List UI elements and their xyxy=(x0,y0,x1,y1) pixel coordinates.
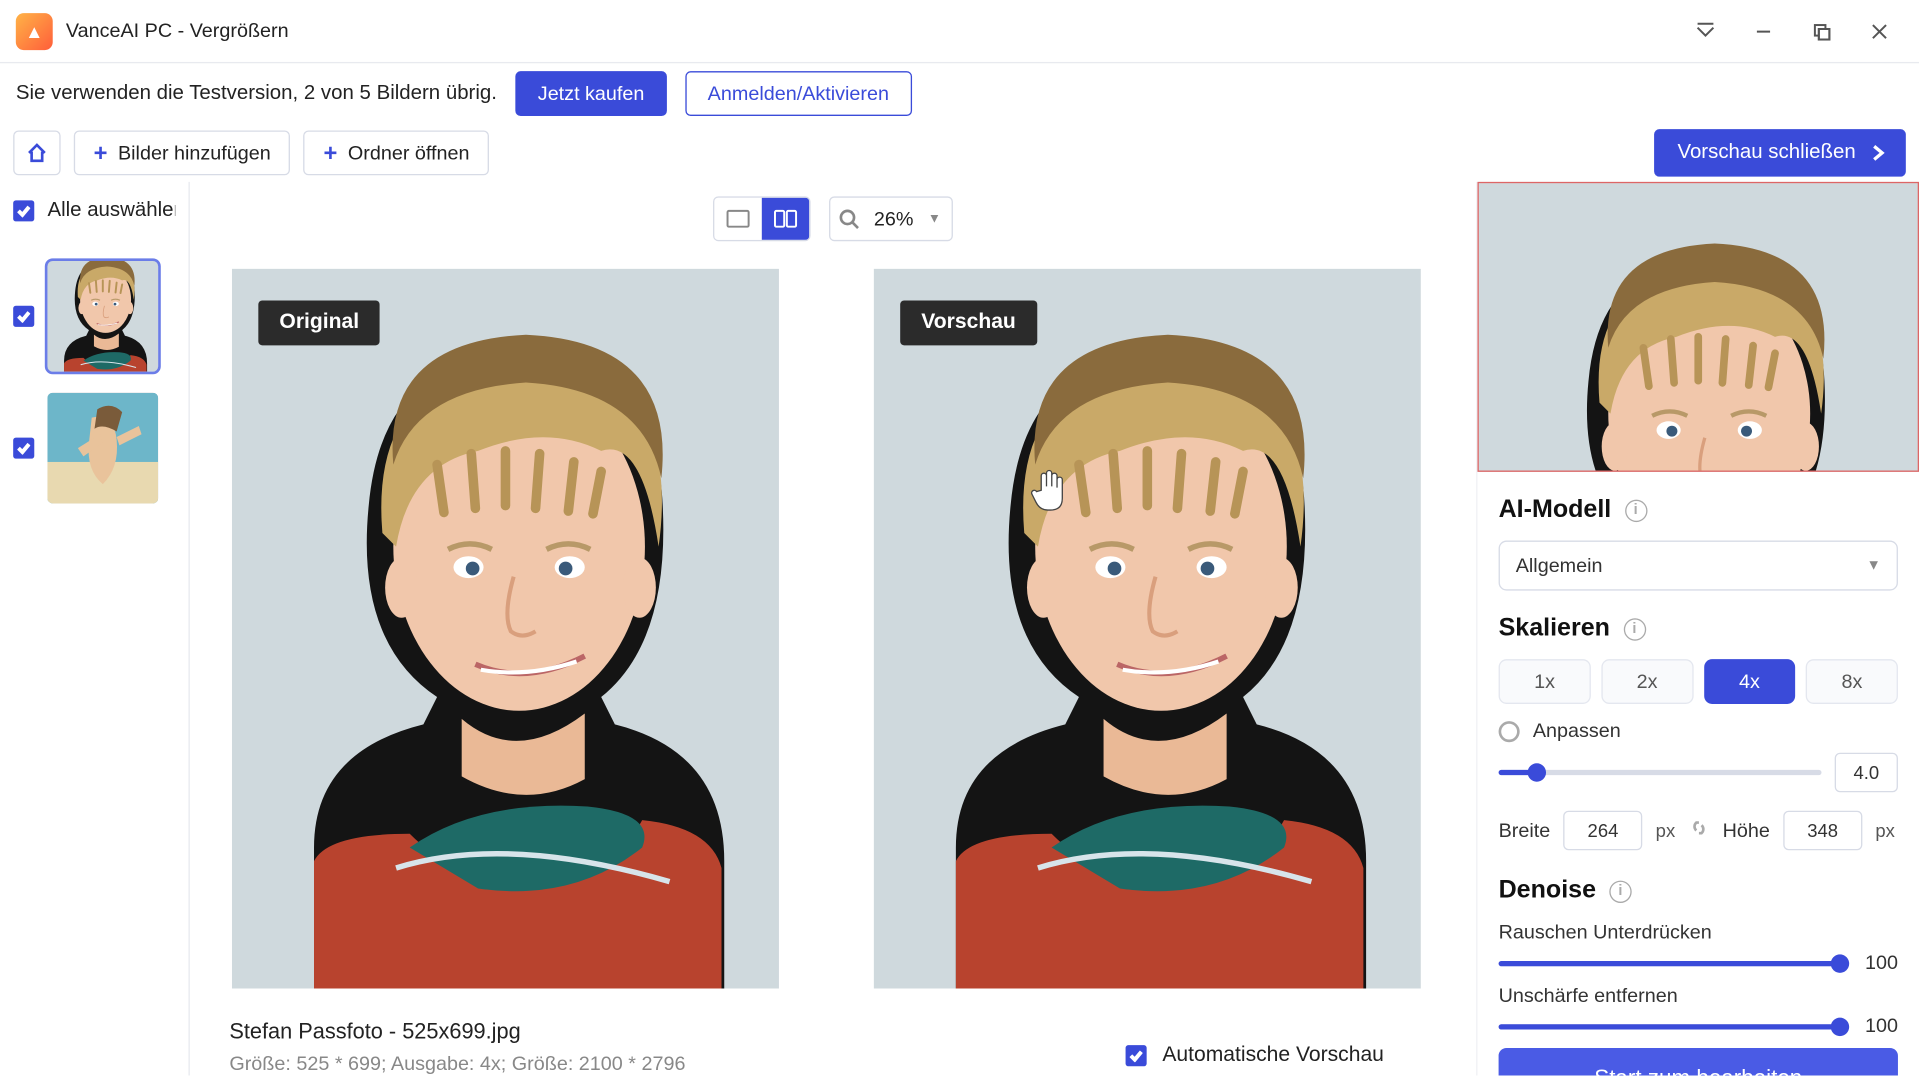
scale-buttons: 1x 2x 4x 8x xyxy=(1499,659,1898,704)
zoom-value: 26% xyxy=(870,208,917,230)
info-icon[interactable]: i xyxy=(1623,617,1645,639)
buy-button[interactable]: Jetzt kaufen xyxy=(515,71,666,116)
thumbnail-checkbox[interactable] xyxy=(13,306,34,327)
ai-model-value: Allgemein xyxy=(1516,554,1603,576)
compare-toolbar: 26% ▼ xyxy=(190,182,1476,256)
list-item[interactable] xyxy=(11,250,178,382)
custom-scale-value[interactable]: 4.0 xyxy=(1835,753,1898,793)
scale-2x-button[interactable]: 2x xyxy=(1601,659,1693,704)
custom-scale-slider[interactable] xyxy=(1499,770,1822,775)
ai-model-title: AI-Modell i xyxy=(1499,496,1898,525)
chevron-down-icon: ▼ xyxy=(928,212,941,226)
login-activate-button[interactable]: Anmelden/Aktivieren xyxy=(685,71,911,116)
plus-icon: + xyxy=(94,141,108,165)
close-preview-button[interactable]: Vorschau schließen xyxy=(1654,129,1906,176)
window-title: VanceAI PC - Vergrößern xyxy=(66,20,289,42)
noise-suppress-label: Rauschen Unterdrücken xyxy=(1499,921,1898,943)
noise-suppress-value: 100 xyxy=(1853,952,1898,974)
zoom-control[interactable]: 26% ▼ xyxy=(829,196,953,241)
height-input[interactable]: 348 xyxy=(1783,811,1862,851)
file-dimensions: Größe: 525 * 699; Ausgabe: 4x; Größe: 21… xyxy=(229,1053,1125,1075)
auto-preview-toggle[interactable]: Automatische Vorschau xyxy=(1125,1020,1436,1075)
width-label: Breite xyxy=(1499,819,1551,841)
select-all-checkbox[interactable] xyxy=(13,200,34,221)
info-icon[interactable]: i xyxy=(1624,499,1646,521)
file-name: Stefan Passfoto - 525x699.jpg xyxy=(229,1020,1125,1045)
thumbnail-checkbox[interactable] xyxy=(13,438,34,459)
thumbnail-list xyxy=(0,240,188,1076)
blur-remove-value: 100 xyxy=(1853,1015,1898,1037)
plus-icon: + xyxy=(323,141,337,165)
scale-8x-button[interactable]: 8x xyxy=(1806,659,1898,704)
window-maximize-button[interactable] xyxy=(1792,10,1850,52)
denoise-title: Denoise i xyxy=(1499,876,1898,905)
window-close-button[interactable] xyxy=(1850,10,1908,52)
toolbar: + Bilder hinzufügen + Ordner öffnen Vors… xyxy=(0,124,1919,182)
original-panel[interactable]: Original xyxy=(232,269,779,989)
auto-preview-checkbox[interactable] xyxy=(1125,1045,1146,1066)
custom-scale-radio[interactable] xyxy=(1499,720,1520,741)
list-item[interactable] xyxy=(11,382,178,514)
home-button[interactable] xyxy=(13,130,60,175)
settings-thumbnail xyxy=(1477,182,1919,472)
dimensions-row: Breite 264 px Höhe 348 px xyxy=(1499,811,1898,851)
center-footer: Stefan Passfoto - 525x699.jpg Größe: 525… xyxy=(190,1002,1476,1076)
close-preview-label: Vorschau schließen xyxy=(1677,141,1855,165)
scale-4x-button[interactable]: 4x xyxy=(1704,659,1796,704)
single-view-button[interactable] xyxy=(714,198,761,240)
select-all-label: Alle auswählen xyxy=(47,199,175,223)
start-process-button[interactable]: Start zum bearbeiten xyxy=(1499,1048,1898,1076)
blur-remove-slider[interactable] xyxy=(1499,1023,1840,1028)
view-mode-segment xyxy=(713,196,811,241)
custom-scale-row[interactable]: Anpassen xyxy=(1499,720,1898,742)
custom-scale-label: Anpassen xyxy=(1533,720,1621,742)
trial-banner: Sie verwenden die Testversion, 2 von 5 B… xyxy=(0,63,1919,124)
chevron-down-icon: ▼ xyxy=(1866,558,1880,574)
thumbnail-image xyxy=(47,393,158,504)
px-unit: px xyxy=(1656,820,1676,841)
preview-panel[interactable]: Vorschau xyxy=(874,269,1421,989)
sidebar: Alle auswählen xyxy=(0,182,190,1076)
chevron-right-icon xyxy=(1869,144,1887,162)
thumbnail-image xyxy=(47,261,158,372)
open-folder-label: Ordner öffnen xyxy=(348,142,470,164)
scale-title: Skalieren i xyxy=(1499,614,1898,643)
width-input[interactable]: 264 xyxy=(1563,811,1642,851)
select-all-row[interactable]: Alle auswählen xyxy=(0,182,188,240)
auto-preview-label: Automatische Vorschau xyxy=(1162,1044,1384,1068)
info-icon[interactable]: i xyxy=(1609,880,1631,902)
magnifier-icon xyxy=(838,208,859,229)
px-unit: px xyxy=(1875,820,1895,841)
ai-model-select[interactable]: Allgemein ▼ xyxy=(1499,540,1898,590)
add-images-label: Bilder hinzufügen xyxy=(118,142,271,164)
preview-badge: Vorschau xyxy=(900,301,1037,346)
collapse-icon[interactable] xyxy=(1676,10,1734,52)
link-icon[interactable] xyxy=(1688,817,1709,843)
scale-1x-button[interactable]: 1x xyxy=(1499,659,1591,704)
add-images-button[interactable]: + Bilder hinzufügen xyxy=(74,130,291,175)
settings-panel: AI-Modell i Allgemein ▼ Skalieren i 1x 2… xyxy=(1476,182,1919,1076)
open-folder-button[interactable]: + Ordner öffnen xyxy=(304,130,490,175)
split-view-button[interactable] xyxy=(762,198,809,240)
height-label: Höhe xyxy=(1723,819,1770,841)
hand-cursor-icon xyxy=(1029,467,1069,521)
noise-suppress-slider[interactable] xyxy=(1499,960,1840,965)
blur-remove-label: Unschärfe entfernen xyxy=(1499,985,1898,1007)
titlebar: ▲ VanceAI PC - Vergrößern xyxy=(0,0,1919,63)
trial-text: Sie verwenden die Testversion, 2 von 5 B… xyxy=(16,82,497,106)
app-logo-icon: ▲ xyxy=(16,13,53,50)
original-badge: Original xyxy=(258,301,380,346)
window-minimize-button[interactable] xyxy=(1734,10,1792,52)
center-panel: 26% ▼ Original Vorschau xyxy=(190,182,1476,1076)
compare-area[interactable]: Original Vorschau xyxy=(190,256,1476,1002)
